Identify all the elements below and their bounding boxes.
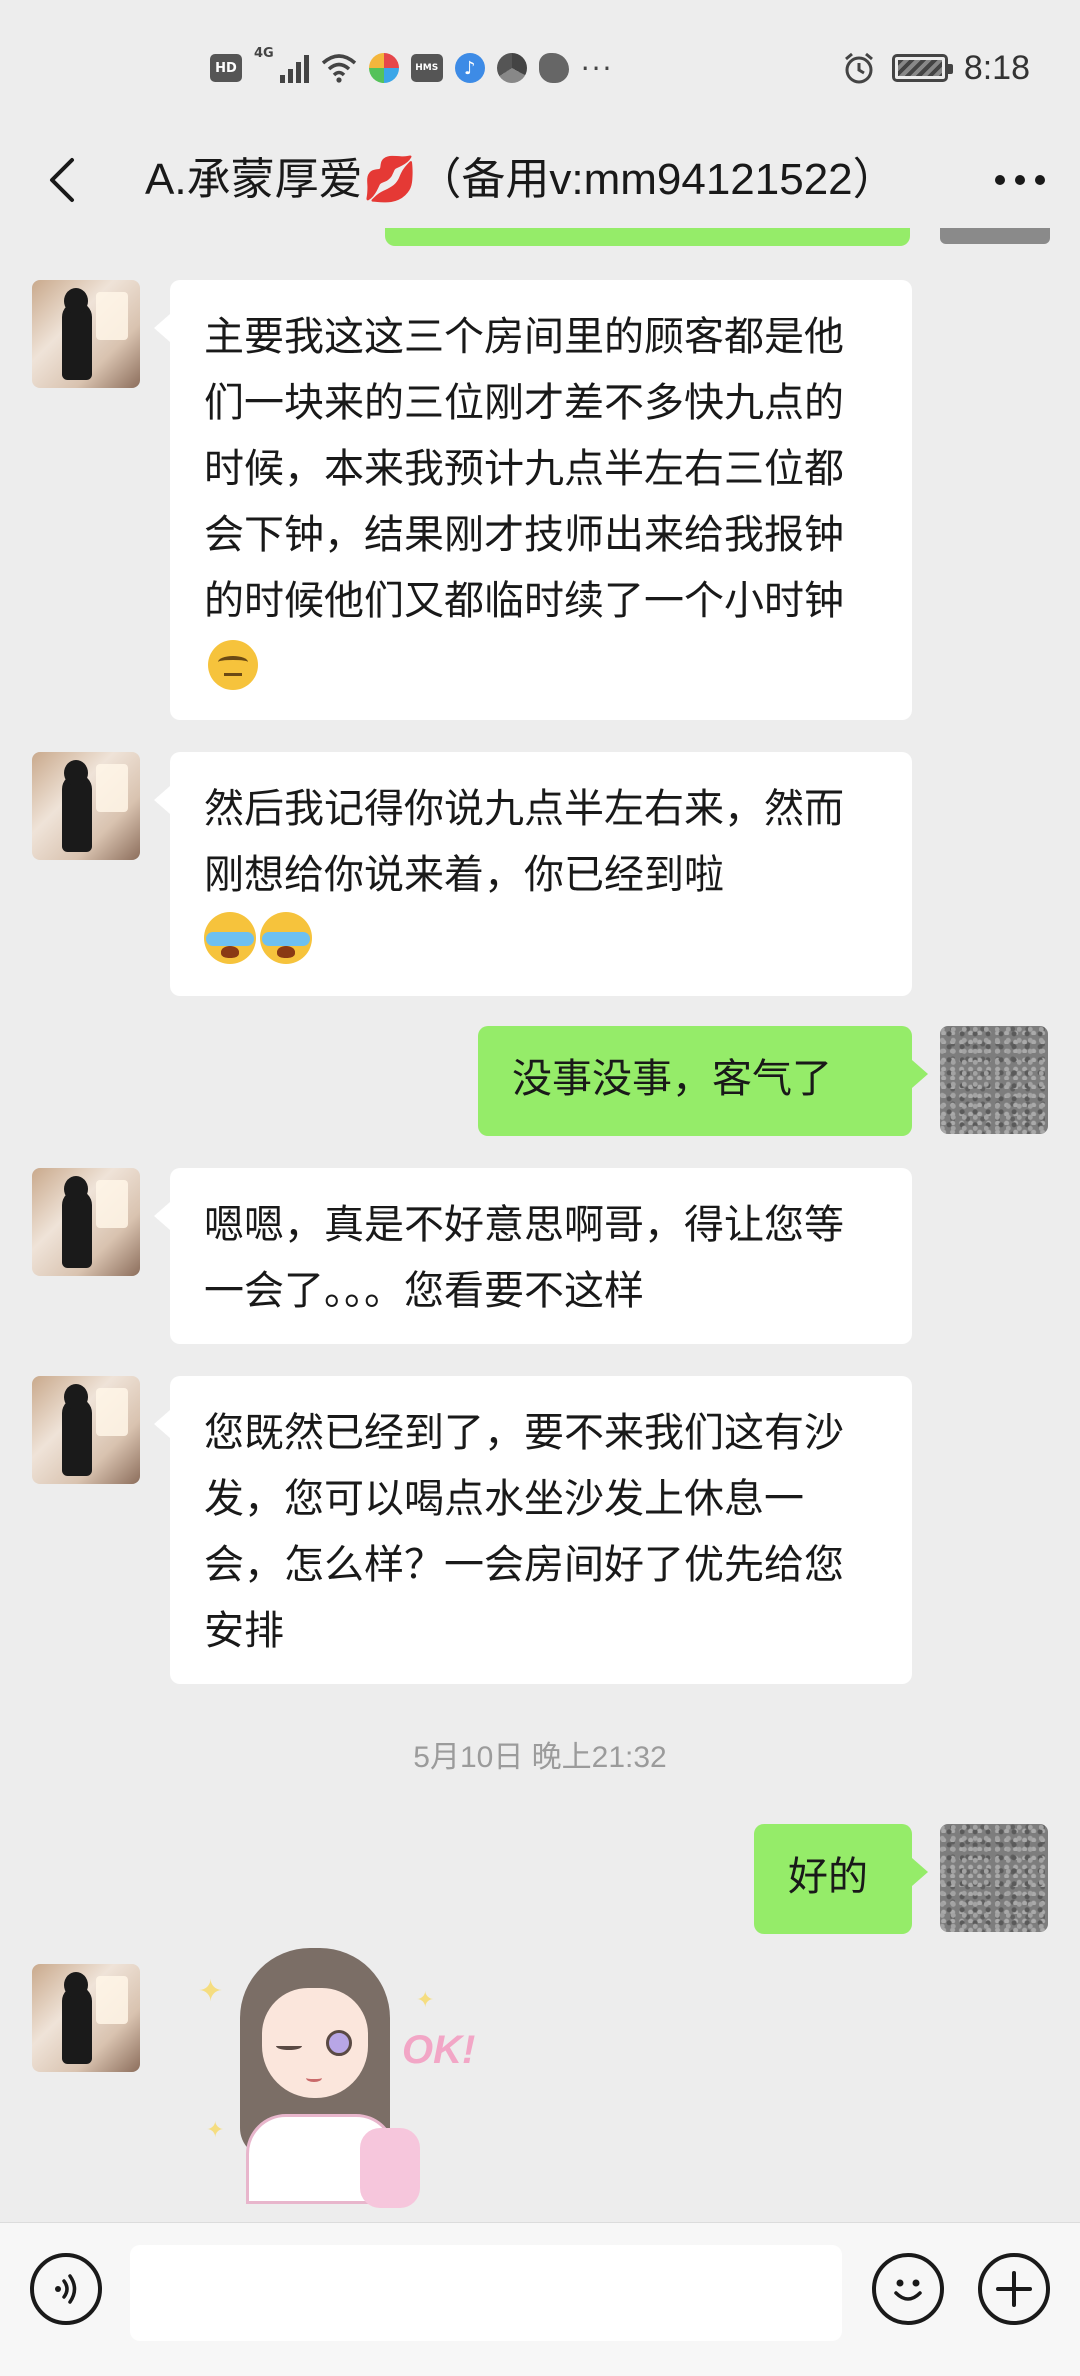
message-bubble[interactable]: 嗯嗯，真是不好意思啊哥，得让您等一会了。。。您看要不这样 <box>154 1168 912 1344</box>
voice-icon <box>55 2274 77 2304</box>
network-type: 4G <box>254 46 274 61</box>
crying-emoji <box>260 912 312 964</box>
more-notifications: ··· <box>580 51 614 85</box>
ok-sticker[interactable]: ✦ ✦ ✦ OK! <box>190 1938 510 2208</box>
message-text: 嗯嗯，真是不好意思啊哥，得让您等一会了。。。您看要不这样 <box>204 1202 844 1314</box>
my-avatar[interactable] <box>940 1824 1048 1932</box>
music-icon: ♪ <box>454 53 485 83</box>
chevron-left-icon <box>50 158 74 202</box>
message-input[interactable] <box>130 2245 842 2341</box>
message-bubble[interactable]: 您既然已经到了，要不来我们这有沙发，您可以喝点水坐沙发上休息一会，怎么样？一会房… <box>154 1376 912 1684</box>
contact-avatar[interactable] <box>32 1376 140 1484</box>
message-bubble[interactable]: 好的 <box>754 1824 928 1934</box>
message-list[interactable]: 主要我这这三个房间里的顾客都是他们一块来的三位刚才差不多快九点的时候，本来我预计… <box>0 228 1080 2222</box>
contact-avatar[interactable] <box>32 752 140 860</box>
smiley-icon <box>894 2279 922 2301</box>
contact-name: A.承蒙厚爱💋（备用v:mm94121522） <box>145 155 897 204</box>
hms-icon: HMS <box>410 54 443 82</box>
message-text: 然后我记得你说九点半左右来，然而刚想给你说来着，你已经到啦 <box>204 786 844 898</box>
uc-icon <box>538 53 569 83</box>
hd-badge: HD <box>210 54 242 82</box>
message-text: 没事没事，客气了 <box>512 1056 832 1102</box>
message-bubble[interactable]: 主要我这这三个房间里的顾客都是他们一块来的三位刚才差不多快九点的时候，本来我预计… <box>154 280 912 720</box>
status-icons-right: 8:18 <box>842 44 1030 92</box>
previous-outgoing-bubble[interactable] <box>385 228 910 246</box>
message-text: 好的 <box>788 1854 868 1900</box>
eye-roll-emoji <box>208 640 258 690</box>
status-bar: HD 4G HMS ♪ ··· 8:18 <box>0 0 1080 132</box>
clock: 8:18 <box>963 48 1030 87</box>
voice-button[interactable] <box>30 2253 102 2325</box>
previous-my-avatar[interactable] <box>940 228 1050 244</box>
more-horizontal-icon <box>995 175 1045 185</box>
sticker-text: OK! <box>402 2028 476 2072</box>
chat-header: A.承蒙厚爱💋（备用v:mm94121522） <box>0 132 1080 228</box>
back-button[interactable] <box>30 148 94 212</box>
emoji-button[interactable] <box>872 2253 944 2325</box>
my-avatar[interactable] <box>940 1026 1048 1134</box>
crying-emoji <box>204 912 256 964</box>
contact-avatar[interactable] <box>32 1168 140 1276</box>
add-button[interactable] <box>978 2253 1050 2325</box>
wifi-icon <box>321 54 356 83</box>
message-text: 您既然已经到了，要不来我们这有沙发，您可以喝点水坐沙发上休息一会，怎么样？一会房… <box>204 1410 844 1654</box>
input-bar <box>0 2222 1080 2376</box>
message-bubble[interactable]: 没事没事，客气了 <box>478 1026 928 1136</box>
more-button[interactable] <box>988 148 1052 212</box>
message-timestamp: 5月10日 晚上21:32 <box>413 1741 667 1774</box>
status-icons-left: HD 4G HMS ♪ ··· <box>210 46 613 90</box>
browser-icon <box>496 53 527 83</box>
alarm-icon <box>844 52 873 84</box>
contact-avatar[interactable] <box>32 1964 140 2072</box>
plus-circle-icon <box>996 2271 1032 2307</box>
battery-icon <box>891 54 953 82</box>
message-bubble[interactable]: 然后我记得你说九点半左右来，然而刚想给你说来着，你已经到啦 <box>154 752 912 996</box>
message-text: 主要我这这三个房间里的顾客都是他们一块来的三位刚才差不多快九点的时候，本来我预计… <box>204 314 844 624</box>
contact-avatar[interactable] <box>32 280 140 388</box>
signal-icon <box>279 53 309 83</box>
app-icon <box>368 53 399 83</box>
